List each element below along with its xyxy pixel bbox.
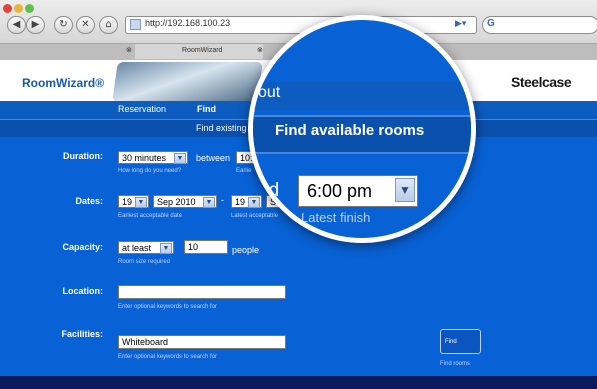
find-button[interactable]: Find (440, 329, 481, 354)
url-text: http://192.168.100.23 (145, 18, 231, 28)
capacity-label: Capacity: (62, 242, 103, 252)
zoomed-nav-bar (253, 82, 471, 110)
stop-icon[interactable]: ✕ (76, 16, 95, 34)
chevron-down-icon: ▼ (135, 197, 147, 208)
duration-hint: How long do you need? (118, 168, 182, 174)
zoomed-latest-finish-hint: Latest finish (301, 210, 371, 225)
zoomed-find-available-rooms[interactable]: Find available rooms (275, 122, 424, 139)
back-button[interactable]: ◀ (7, 16, 26, 34)
duration-label: Duration: (63, 151, 103, 161)
find-rooms-caption: Find rooms (440, 361, 471, 367)
subnav-find-existing[interactable]: Find existing (196, 123, 247, 133)
steelcase-logo: Steelcase (511, 74, 572, 90)
capacity-input[interactable]: 10 (184, 240, 228, 254)
facilities-input[interactable]: Whiteboard (118, 335, 286, 349)
facilities-hint: Enter optional keywords to search for (118, 354, 218, 360)
date-range-separator: - (221, 195, 224, 205)
start-date-hint: Earliest acceptable date (118, 213, 183, 219)
close-window-icon[interactable] (3, 4, 12, 13)
minimize-window-icon[interactable] (14, 4, 23, 13)
reload-icon[interactable]: ↻ (54, 16, 73, 34)
zoom-window-icon[interactable] (25, 4, 34, 13)
start-month-select[interactable]: Sep 2010 ▼ (153, 195, 217, 208)
between-text: between (196, 153, 231, 163)
roomwizard-logo: RoomWizard® (22, 76, 105, 90)
home-icon[interactable]: ⌂ (99, 16, 118, 34)
dates-label: Dates: (75, 196, 103, 206)
start-time-hint: Earlie (236, 168, 252, 174)
capacity-qualifier-select[interactable]: at least ▼ (118, 241, 174, 254)
search-engine-icon: G (487, 18, 495, 29)
people-text: people (232, 245, 260, 255)
device-photo (112, 62, 263, 102)
capacity-hint: Room size required (118, 259, 171, 265)
location-hint: Enter optional keywords to search for (118, 304, 218, 310)
zoomed-nav-text: out (258, 84, 281, 101)
chevron-down-icon: ▼ (174, 153, 186, 164)
tab-label: RoomWizard (182, 47, 223, 54)
nav-find[interactable]: Find (197, 104, 216, 114)
magnifier-lens: out Find available rooms nd 6:00 pm ▼ La… (248, 15, 476, 243)
page-footer (0, 376, 597, 389)
nav-reservation[interactable]: Reservation (118, 104, 166, 114)
search-field[interactable] (482, 16, 597, 34)
facilities-label: Facilities: (61, 329, 103, 339)
start-day-select[interactable]: 19 ▼ (118, 195, 149, 208)
location-label: Location: (62, 286, 104, 296)
forward-button[interactable]: ▶ (26, 16, 45, 34)
location-input[interactable] (118, 285, 286, 299)
zoomed-and-text: nd (258, 180, 280, 201)
chevron-down-icon: ▼ (160, 243, 172, 254)
site-icon (130, 19, 141, 30)
chevron-down-icon: ▼ (203, 197, 215, 208)
chevron-down-icon: ▼ (395, 178, 415, 202)
tab-close-icon[interactable]: ⊗ (126, 44, 132, 58)
duration-select[interactable]: 30 minutes ▼ (118, 151, 188, 164)
